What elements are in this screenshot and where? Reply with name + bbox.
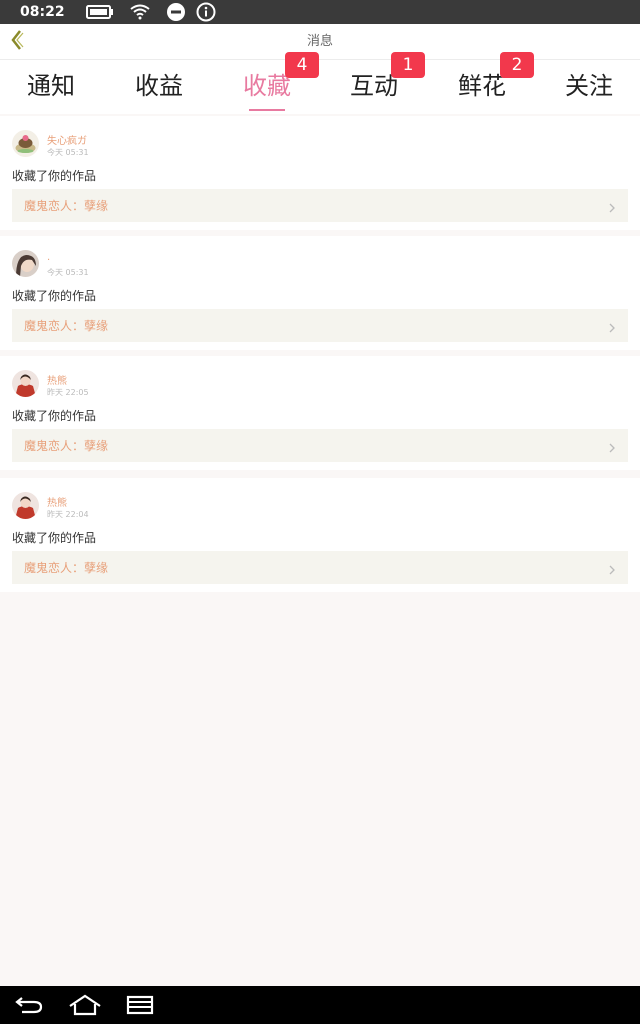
avatar[interactable] (12, 370, 39, 397)
work-link[interactable]: 魔鬼恋人：孽缘 (12, 189, 628, 222)
timestamp: 今天 05:31 (47, 148, 89, 157)
list-item: 热熊 昨天 22:04 收藏了你的作品 魔鬼恋人：孽缘 (0, 478, 640, 592)
tab-notifications[interactable]: 通知 (1, 60, 101, 114)
system-nav-bar (0, 986, 640, 1024)
avatar[interactable] (12, 250, 39, 277)
tab-favorites[interactable]: 收藏 4 (217, 52, 319, 114)
title-bar: 消息 (0, 24, 640, 60)
work-title: 魔鬼恋人：孽缘 (24, 319, 109, 333)
chevron-right-icon (608, 561, 616, 580)
active-tab-underline (249, 109, 285, 111)
username[interactable]: 失心疯ガ (47, 132, 87, 147)
home-nav-icon[interactable] (68, 994, 102, 1020)
status-bar: 08:22 (0, 0, 640, 24)
action-text: 收藏了你的作品 (12, 531, 97, 545)
list-item: . 今天 05:31 收藏了你的作品 魔鬼恋人：孽缘 (0, 236, 640, 350)
action-text: 收藏了你的作品 (12, 409, 97, 423)
username[interactable]: . (47, 252, 50, 263)
work-title: 魔鬼恋人：孽缘 (24, 199, 109, 213)
tab-label: 鲜花 (458, 72, 506, 100)
tab-bar: 通知 收益 收藏 4 互动 1 鲜花 2 关注 (0, 52, 640, 114)
chevron-right-icon (608, 439, 616, 458)
list-item: 热熊 昨天 22:05 收藏了你的作品 魔鬼恋人：孽缘 (0, 356, 640, 470)
work-link[interactable]: 魔鬼恋人：孽缘 (12, 429, 628, 462)
tab-badge: 2 (500, 52, 534, 78)
work-title: 魔鬼恋人：孽缘 (24, 561, 109, 575)
do-not-disturb-icon (166, 2, 186, 22)
recent-apps-icon[interactable] (126, 994, 154, 1020)
tab-label: 收益 (135, 72, 183, 100)
chevron-right-icon (608, 319, 616, 338)
list-item: 失心疯ガ 今天 05:31 收藏了你的作品 魔鬼恋人：孽缘 (0, 116, 640, 230)
tab-badge: 1 (391, 52, 425, 78)
username[interactable]: 热熊 (47, 494, 67, 509)
action-text: 收藏了你的作品 (12, 289, 97, 303)
tab-interactions[interactable]: 互动 1 (324, 52, 425, 114)
tab-flowers[interactable]: 鲜花 2 (432, 52, 534, 114)
tab-label: 收藏 (243, 72, 291, 100)
message-list: 失心疯ガ 今天 05:31 收藏了你的作品 魔鬼恋人：孽缘 . 今天 05:31… (0, 116, 640, 598)
tab-follows[interactable]: 关注 (539, 60, 639, 114)
back-nav-icon[interactable] (14, 994, 44, 1020)
timestamp: 今天 05:31 (47, 268, 89, 277)
battery-icon (86, 5, 114, 19)
action-text: 收藏了你的作品 (12, 169, 97, 183)
status-time: 08:22 (20, 4, 65, 20)
work-title: 魔鬼恋人：孽缘 (24, 439, 109, 453)
avatar[interactable] (12, 492, 39, 519)
work-link[interactable]: 魔鬼恋人：孽缘 (12, 309, 628, 342)
username[interactable]: 热熊 (47, 372, 67, 387)
wifi-icon (130, 4, 150, 20)
timestamp: 昨天 22:05 (47, 388, 89, 397)
avatar[interactable] (12, 130, 39, 157)
timestamp: 昨天 22:04 (47, 510, 89, 519)
work-link[interactable]: 魔鬼恋人：孽缘 (12, 551, 628, 584)
tab-earnings[interactable]: 收益 (109, 60, 209, 114)
page-title: 消息 (306, 34, 333, 49)
info-icon (196, 2, 216, 22)
tab-badge: 4 (285, 52, 319, 78)
tab-label: 关注 (565, 72, 613, 100)
chevron-right-icon (608, 199, 616, 218)
tab-label: 通知 (27, 72, 75, 100)
